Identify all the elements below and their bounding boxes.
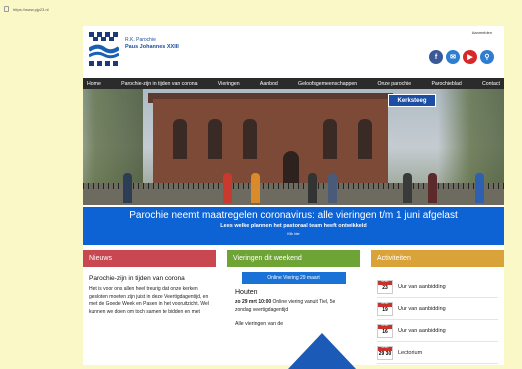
news-title[interactable]: Parochie-zijn in tijden van corona	[89, 275, 210, 283]
calendar-icon: APRIL 19	[377, 302, 393, 316]
news-column: Nieuws Parochie-zijn in tijden van coron…	[83, 250, 216, 365]
nav-item-onze-parochie[interactable]: Onze parochie	[377, 81, 411, 87]
social-icons: f ✉ ▶ ⚲	[429, 50, 494, 64]
activity-label[interactable]: Uur van aanbidding	[398, 306, 446, 312]
banner-more-link[interactable]: Klik hier	[83, 232, 504, 236]
activity-item[interactable]: APRIL 19 Uur van aanbidding	[377, 299, 498, 320]
activiteiten-heading[interactable]: Activiteiten	[371, 250, 504, 267]
news-heading[interactable]: Nieuws	[83, 250, 216, 267]
nav-item-geloofsgemeenschappen[interactable]: Geloofsgemeenschappen	[298, 81, 357, 87]
activity-item[interactable]: APRIL 29 30 Lectorium	[377, 343, 498, 364]
facebook-icon[interactable]: f	[429, 50, 443, 64]
lock-icon	[4, 6, 9, 12]
url-text[interactable]: https://www.pjp23.nl	[13, 7, 49, 12]
nav-item-aanbod[interactable]: Aanbod	[260, 81, 278, 87]
nav-item-corona[interactable]: Parochie-zijn in tijden van corona	[121, 81, 197, 87]
nav-item-vieringen[interactable]: Vieringen	[218, 81, 240, 87]
login-link[interactable]: Aanmelden	[472, 30, 492, 35]
activity-day: 16	[382, 329, 388, 335]
calendar-icon: APRIL 23	[377, 280, 393, 294]
activity-item[interactable]: APRIL 16 Uur van aanbidding	[377, 321, 498, 342]
logo-line-2: Paus Johannes XXIII	[125, 43, 179, 50]
main-navigation: Home Parochie-zijn in tijden van corona …	[83, 78, 504, 89]
browser-address-bar[interactable]: https://www.pjp23.nl	[0, 0, 522, 18]
site-header: R.K. Parochie Paus Johannes XXIII Aanmel…	[83, 26, 504, 78]
activity-day: 29 30	[378, 351, 392, 357]
banner-subline: Lees welke plannen het pastoraal team he…	[220, 223, 367, 229]
vieringen-heading[interactable]: Vieringen dit weekend	[227, 250, 360, 267]
nav-item-contact[interactable]: Contact	[482, 81, 500, 87]
viering-details: zo 29 mrt 10:00 Online viering vanuit Ti…	[235, 299, 352, 315]
hero-image: Kerksteeg	[83, 89, 504, 205]
activiteiten-column: Activiteiten APRIL 23 Uur van aanbidding …	[371, 250, 504, 365]
site-logo-text[interactable]: R.K. Parochie Paus Johannes XXIII	[125, 37, 179, 50]
calendar-icon: APRIL 29 30	[377, 346, 393, 360]
activity-label[interactable]: Uur van aanbidding	[398, 284, 446, 290]
youtube-icon[interactable]: ▶	[463, 50, 477, 64]
nav-item-parochieblad[interactable]: Parochieblad	[431, 81, 461, 87]
activity-label[interactable]: Uur van aanbidding	[398, 328, 446, 334]
parish-logo-icon[interactable]	[89, 32, 119, 68]
banner-headline[interactable]: Parochie neemt maatregelen coronavirus: …	[83, 210, 504, 221]
corona-banner[interactable]: Parochie neemt maatregelen coronavirus: …	[83, 207, 504, 245]
nav-item-home[interactable]: Home	[87, 81, 101, 87]
online-viering-button[interactable]: Online Viering 29 maart	[241, 272, 346, 284]
street-sign: Kerksteeg	[388, 94, 436, 107]
news-text: Het is voor ons allen heel treurig dat o…	[89, 285, 209, 316]
arrow-cursor-icon	[288, 333, 356, 369]
calendar-icon: APRIL 16	[377, 324, 393, 338]
activity-day: 19	[382, 307, 388, 313]
activity-day: 23	[382, 285, 388, 291]
web-page: R.K. Parochie Paus Johannes XXIII Aanmel…	[83, 26, 504, 365]
activity-label[interactable]: Lectorium	[398, 350, 422, 356]
church-building	[153, 99, 388, 185]
all-vieringen-link[interactable]: Alle vieringen van de	[235, 321, 352, 327]
viering-location: Houten	[235, 289, 258, 296]
viering-time: zo 29 mrt 10:00	[235, 299, 272, 305]
mail-icon[interactable]: ✉	[446, 50, 460, 64]
activity-item[interactable]: APRIL 23 Uur van aanbidding	[377, 277, 498, 298]
search-icon[interactable]: ⚲	[480, 50, 494, 64]
